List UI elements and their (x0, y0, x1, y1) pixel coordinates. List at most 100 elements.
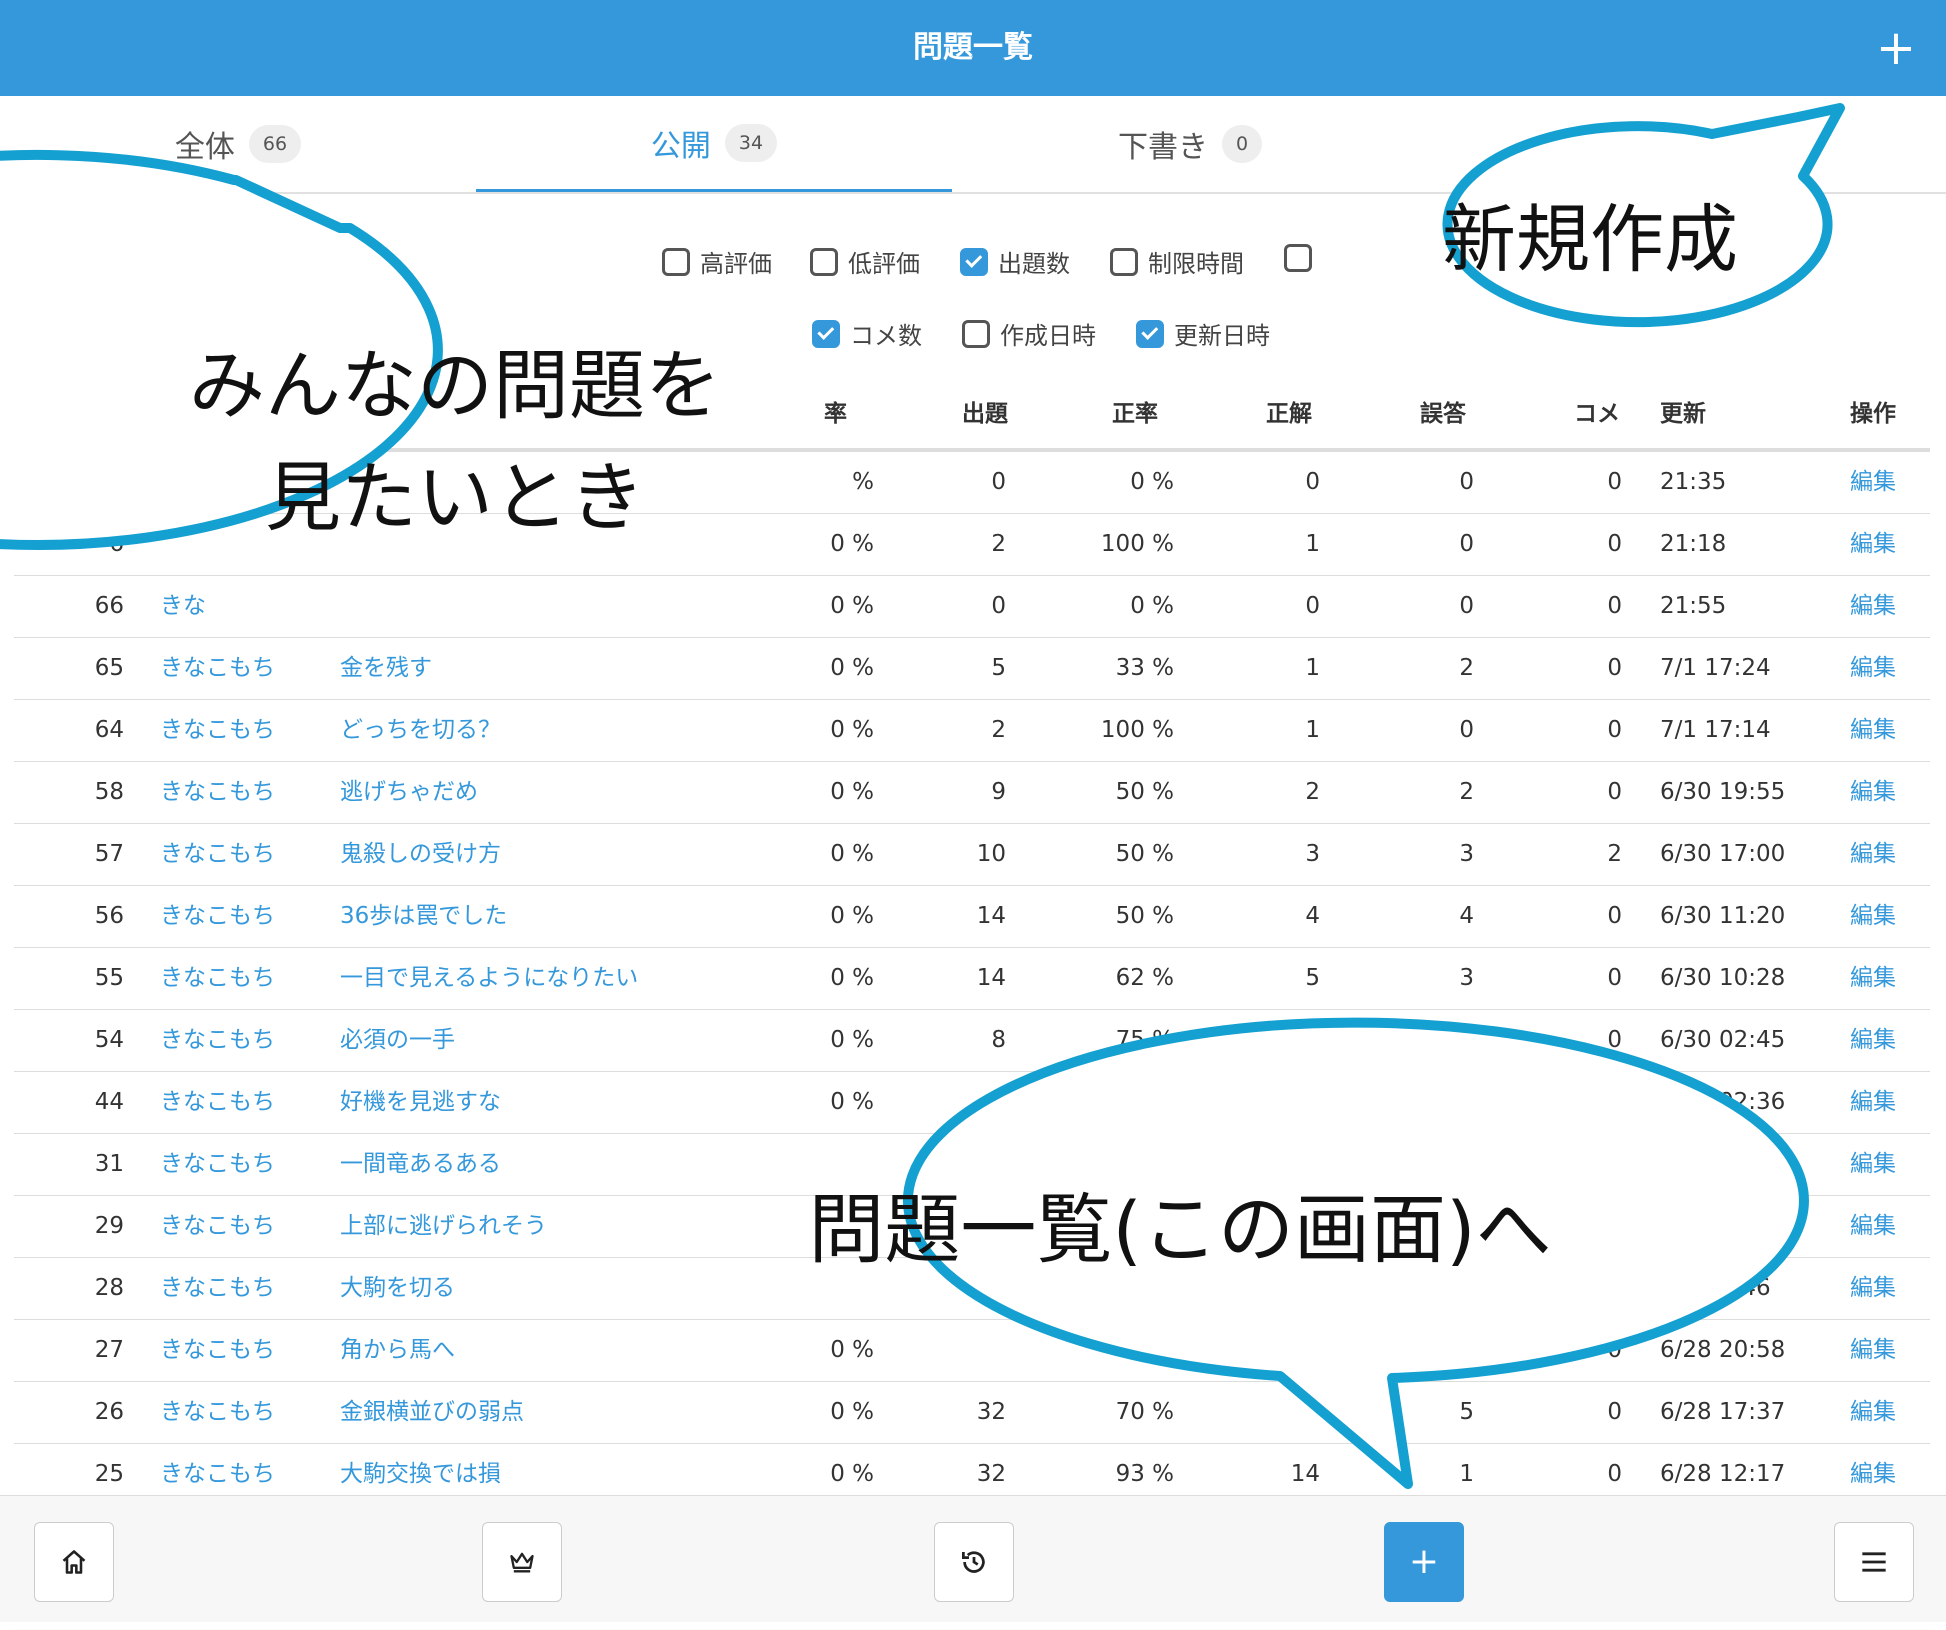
home-button[interactable] (34, 1522, 114, 1602)
edit-link[interactable]: 編集 (1850, 576, 1910, 637)
cell-title[interactable]: どっちを切る？ (340, 700, 780, 761)
ranking-button[interactable] (482, 1522, 562, 1602)
filter-updated-at[interactable]: 更新日時 (1136, 316, 1270, 351)
checkbox[interactable] (1136, 319, 1164, 348)
cell-author[interactable]: きなこもち (160, 1010, 320, 1071)
cell-title[interactable]: 鬼殺しの受け方 (340, 824, 780, 885)
filter-low-rating[interactable]: 低評価 (810, 244, 920, 279)
header-updated: 更新 (1660, 401, 1706, 427)
header-comments: コメ (1574, 401, 1620, 427)
cell-comments: 0 (1607, 779, 1622, 805)
tab-label: 下書き (1117, 130, 1208, 165)
filter-created-at[interactable]: 作成日時 (962, 316, 1096, 351)
tab-all[interactable]: 全体 66 (0, 96, 476, 192)
cell-author[interactable]: きなこもち (160, 1134, 320, 1195)
edit-link[interactable]: 編集 (1850, 1258, 1910, 1319)
cell-author[interactable]: きなこもち (160, 1196, 320, 1257)
tab-draft[interactable]: 下書き 0 (952, 96, 1428, 192)
cell-updated: 6/28 17:37 (1660, 1399, 1786, 1425)
cell-author[interactable]: きなこもち (160, 1382, 320, 1443)
history-icon (962, 1551, 985, 1573)
cell-correct: 1 (1305, 717, 1320, 743)
checkbox[interactable] (812, 319, 840, 348)
cell-updated: 7/1 11:46 (1660, 1275, 1771, 1301)
menu-button[interactable] (1834, 1522, 1914, 1602)
cell-rate: 0 % (830, 965, 874, 991)
edit-link[interactable]: 編集 (1850, 1072, 1910, 1133)
edit-link[interactable]: 編集 (1850, 1134, 1910, 1195)
filter-play-count[interactable]: 出題数 (960, 244, 1070, 279)
edit-link[interactable]: 編集 (1850, 514, 1910, 575)
filter-time-limit[interactable]: 制限時間 (1110, 244, 1244, 279)
edit-link[interactable]: 編集 (1850, 638, 1910, 699)
filter-label: 制限時間 (1148, 250, 1244, 278)
cell-author[interactable]: きなこもち (160, 824, 320, 885)
edit-link[interactable]: 編集 (1850, 824, 1910, 885)
filter-comment-count[interactable]: コメ数 (812, 316, 922, 351)
cell-author[interactable]: きなこもち (160, 762, 320, 823)
cell-rate: 0 % (830, 1337, 874, 1363)
edit-link[interactable]: 編集 (1850, 1320, 1910, 1381)
checkbox[interactable] (662, 247, 690, 276)
edit-link[interactable]: 編集 (1850, 1010, 1910, 1071)
cell-accuracy: 70 % (1115, 1399, 1174, 1425)
cell-updated: 6/28 20:58 (1660, 1337, 1786, 1363)
cell-title[interactable]: 大駒を切る (340, 1258, 780, 1319)
history-button[interactable] (934, 1522, 1014, 1602)
checkbox[interactable] (1284, 244, 1312, 272)
filter-id[interactable]: ID (58, 244, 122, 272)
filter-extra[interactable] (1284, 244, 1312, 272)
count-badge: 34 (724, 123, 778, 162)
cell-correct: 5 (1305, 965, 1320, 991)
cell-title[interactable]: 一目で見えるようになりたい (340, 948, 780, 1009)
checkbox[interactable] (960, 247, 988, 276)
cell-title[interactable]: 角から馬へ (340, 1320, 780, 1381)
edit-link[interactable]: 編集 (1850, 700, 1910, 761)
edit-link[interactable]: 編集 (1850, 452, 1910, 513)
edit-link[interactable]: 編集 (1850, 1196, 1910, 1257)
cell-comments: 0 (1607, 965, 1622, 991)
cell-title[interactable]: 逃げちゃだめ (340, 762, 780, 823)
filter-label: ID (96, 244, 122, 272)
cell-author[interactable]: きなこもち (160, 948, 320, 1009)
checkbox[interactable] (1110, 247, 1138, 276)
edit-link[interactable]: 編集 (1850, 762, 1910, 823)
checkbox[interactable] (162, 247, 190, 276)
filter-label: 作 (200, 250, 224, 278)
cell-title[interactable]: 必須の一手 (340, 1010, 780, 1071)
cell-title[interactable]: 36歩は罠でした (340, 886, 780, 947)
cell-author[interactable]: きなこもち (160, 1320, 320, 1381)
cell-author[interactable]: きなこもち (160, 886, 320, 947)
cell-accuracy: 50 % (1115, 779, 1174, 805)
add-button[interactable]: + (1384, 1522, 1464, 1602)
cell-wrong: 0 (1459, 531, 1474, 557)
cell-title[interactable]: 好機を見逃すな (340, 1072, 780, 1133)
cell-title[interactable]: 金を残す (340, 638, 780, 699)
checkbox[interactable] (962, 319, 990, 348)
cell-wrong: 2 (1459, 655, 1474, 681)
cell-author[interactable]: きなこもち (160, 700, 320, 761)
cell-author[interactable]: きな (160, 576, 320, 637)
count-badge: 66 (248, 125, 302, 163)
cell-author[interactable]: きなこもち (160, 638, 320, 699)
add-icon[interactable]: + (1866, 18, 1926, 78)
cell-updated: 7/1 17:14 (1660, 717, 1771, 743)
edit-link[interactable]: 編集 (1850, 948, 1910, 1009)
cell-author[interactable]: きなこもち (160, 1258, 320, 1319)
cell-rate: 0 % (830, 1027, 874, 1053)
filter-high-rating[interactable]: 高評価 (662, 244, 772, 279)
cell-title[interactable]: 一間竜あるある (340, 1134, 780, 1195)
cell-accuracy: 33 % (1115, 655, 1174, 681)
checkbox[interactable] (58, 244, 86, 272)
filter-author[interactable]: 作 (162, 244, 224, 279)
cell-title[interactable]: 金銀横並びの弱点 (340, 1382, 780, 1443)
edit-link[interactable]: 編集 (1850, 886, 1910, 947)
tab-public[interactable]: 公開 34 (476, 96, 952, 192)
cell-author[interactable]: きなこもち (160, 1072, 320, 1133)
checkbox[interactable] (810, 247, 838, 276)
cell-title[interactable]: 上部に逃げられそう (340, 1196, 780, 1257)
plus-icon: + (1408, 1541, 1440, 1582)
cell-wrong: 0 (1459, 469, 1474, 495)
edit-link[interactable]: 編集 (1850, 1382, 1910, 1443)
table-row: 58 きなこもち 逃げちゃだめ 0 % 9 50 % 2 2 0 6/30 19:55 編集 (14, 762, 1930, 824)
